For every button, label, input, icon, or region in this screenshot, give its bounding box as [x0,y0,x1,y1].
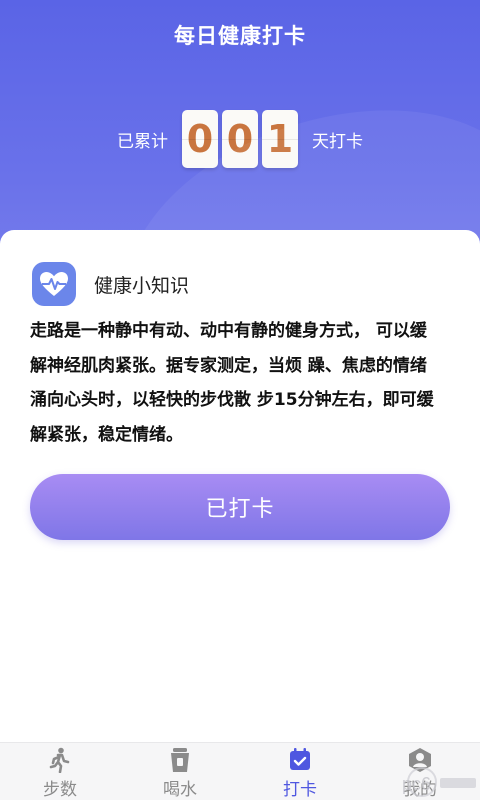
counter-suffix: 天打卡 [312,131,363,152]
tab-label: 喝水 [163,780,197,800]
checkin-counter: 已累计 0 0 1 天打卡 [0,110,480,168]
health-tip-card: 健康小知识 走路是一种静中有动、动中有静的健身方式， 可以缓 解神经肌肉紧张。据… [0,230,480,750]
tip-text: 走路是一种静中有动、动中有静的健身方式， 可以缓 解神经肌肉紧张。据专家测定，当… [30,314,454,452]
tab-label: 打卡 [283,780,317,800]
tab-label: 步数 [43,780,77,800]
cup-icon [169,747,191,777]
tab-steps[interactable]: 步数 [0,743,120,800]
tip-line: 走路是一种静中有动、动中有静的健身方式， 可以缓 [30,321,427,341]
tip-line: 解紧张，稳定情绪。 [30,424,183,445]
checked-in-button[interactable]: 已打卡 [30,474,450,540]
tab-checkin[interactable]: 打卡 [240,743,360,800]
tip-title: 健康小知识 [94,274,190,297]
tip-line: 涌向心头时，以轻快的步伐散 步15分钟左右，即可缓 [30,390,434,410]
walking-icon [48,747,72,777]
user-icon [407,747,433,777]
calendar-check-icon [288,747,312,775]
tip-line: 解神经肌肉紧张。据专家测定，当烦 躁、焦虑的情绪 [30,355,427,376]
counter-digit: 0 [182,110,218,168]
counter-digit: 1 [262,110,298,168]
tab-mine[interactable]: 我的 [360,743,480,800]
tab-water[interactable]: 喝水 [120,743,240,800]
heart-pulse-icon [32,262,76,306]
tab-label: 我的 [403,780,437,800]
counter-digit: 0 [222,110,258,168]
page-title: 每日健康打卡 [174,24,306,48]
bottom-tab-bar: 步数 喝水 打卡 我的 [0,742,480,800]
counter-prefix: 已累计 [117,131,168,152]
tip-header: 健康小知识 [32,262,189,306]
